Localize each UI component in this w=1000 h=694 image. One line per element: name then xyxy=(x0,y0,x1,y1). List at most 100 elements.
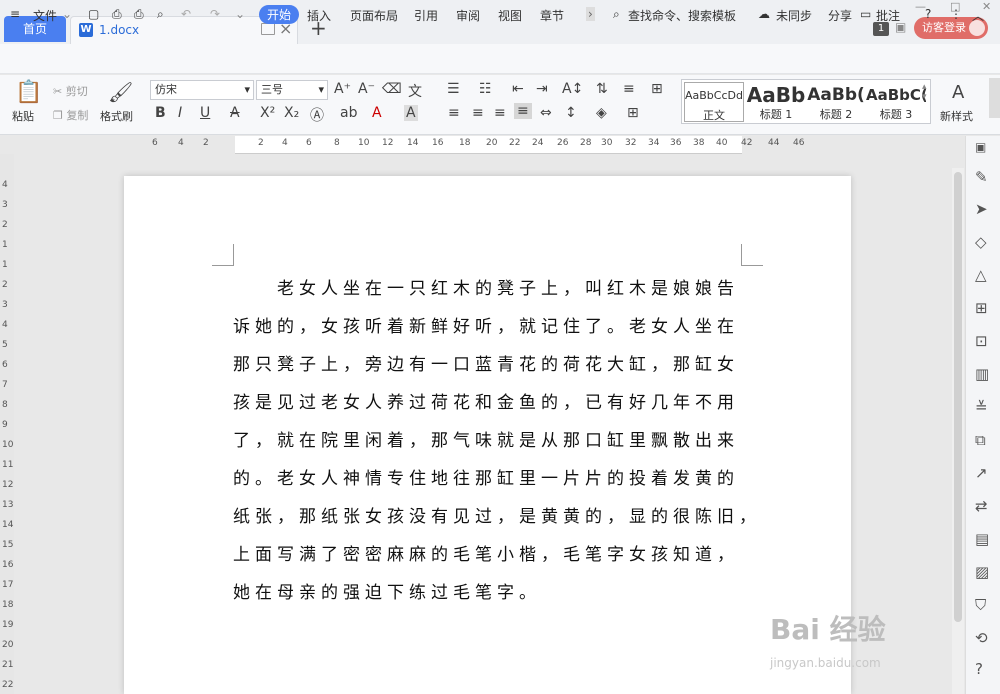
vertical-scrollbar[interactable] xyxy=(952,168,964,694)
style-heading-3[interactable]: AaBbC(标题 3 xyxy=(866,82,926,122)
redo-icon[interactable]: ↷ xyxy=(210,7,220,21)
print-icon[interactable]: ⎙ xyxy=(134,7,144,22)
menu-file[interactable]: 文件 xyxy=(33,7,57,24)
cursor-icon[interactable]: ➤ xyxy=(975,200,988,218)
align-center-icon[interactable]: ≡ xyxy=(472,105,484,121)
show-marks-icon[interactable]: ≡ xyxy=(623,81,635,97)
clean-icon[interactable]: △ xyxy=(975,266,987,284)
chart-icon[interactable]: ▥ xyxy=(975,365,989,383)
collapse-ribbon-icon[interactable]: ︿ xyxy=(972,7,984,24)
more-options-icon[interactable]: ⋮ xyxy=(950,7,962,21)
new-style-label[interactable]: 新样式 xyxy=(940,108,973,124)
monitor-icon[interactable] xyxy=(261,23,275,35)
line-spacing-icon[interactable]: ↕ xyxy=(565,105,577,121)
window-count-badge[interactable]: 1 xyxy=(873,22,889,36)
export-pdf-icon[interactable]: ⎙ xyxy=(112,7,122,22)
chinese-layout-icon[interactable]: A↕ xyxy=(562,81,583,97)
superscript-icon[interactable]: X² xyxy=(260,105,275,121)
pen-icon[interactable]: ✎ xyxy=(975,168,988,186)
bold-icon[interactable]: B xyxy=(155,105,166,121)
more-tabs-icon[interactable]: › xyxy=(586,7,595,21)
tab-page-layout[interactable]: 页面布局 xyxy=(350,7,398,24)
justify-icon[interactable]: ≡ xyxy=(514,103,532,119)
font-family-select[interactable]: 仿宋 ▾ xyxy=(150,80,254,100)
cut-button[interactable]: ✂ 剪切 xyxy=(53,83,88,99)
align-left-icon[interactable]: ≡ xyxy=(448,105,460,121)
help-icon[interactable]: ? xyxy=(925,7,931,21)
share-out-icon[interactable]: ↗ xyxy=(975,464,988,482)
image-gallery-icon[interactable]: ⧉ xyxy=(975,431,986,449)
tab-references[interactable]: 引用 xyxy=(414,7,438,24)
apps-icon[interactable]: ⊡ xyxy=(975,332,988,350)
strikethrough-icon[interactable]: A xyxy=(230,105,240,121)
borders-icon[interactable]: ⊞ xyxy=(627,105,639,121)
bullet-list-icon[interactable]: ☰ xyxy=(447,81,460,97)
shading-icon[interactable]: ◈ xyxy=(596,105,607,121)
scrollbar-thumb[interactable] xyxy=(954,172,962,622)
grow-font-icon[interactable]: A⁺ xyxy=(334,81,351,97)
subscript-icon[interactable]: X₂ xyxy=(284,105,299,121)
numbered-list-icon[interactable]: ☷ xyxy=(479,81,492,97)
search-commands[interactable]: 查找命令、搜索模板 xyxy=(628,7,736,24)
sync-status[interactable]: 未同步 xyxy=(776,7,812,24)
paste-icon[interactable]: 📋 xyxy=(15,80,42,105)
font-size-select[interactable]: 三号 ▾ xyxy=(256,80,328,100)
undo-icon[interactable]: ↶ xyxy=(181,7,191,21)
tab-review[interactable]: 审阅 xyxy=(456,7,480,24)
adjust-icon[interactable]: ≚ xyxy=(975,398,988,416)
vertical-ruler-tick-label: 7 xyxy=(2,380,8,390)
quick-access-dropdown-icon[interactable]: ⌄ xyxy=(235,7,245,21)
share-button[interactable]: 分享 xyxy=(828,7,852,24)
clear-format-icon[interactable]: ⌫ xyxy=(382,81,402,97)
shapes-icon[interactable]: ◇ xyxy=(975,233,987,251)
document-body[interactable]: 老女人坐在一只红木的凳子上，叫红木是娘娘告 诉她的，女孩听着新鲜好听，就记住了。老… xyxy=(233,270,756,612)
chevron-down-icon[interactable]: ⌄ xyxy=(62,7,72,21)
style-normal[interactable]: AaBbCcDd 正文 xyxy=(684,82,744,122)
search-icon[interactable]: ⌕ xyxy=(613,7,620,22)
archive-icon[interactable]: ▤ xyxy=(975,530,989,548)
picture-icon[interactable]: ▨ xyxy=(975,563,989,581)
ribbon-scroll-icon[interactable] xyxy=(989,78,1000,118)
text-effect-icon[interactable]: Ⓐ xyxy=(310,105,324,125)
phonetic-guide-icon[interactable]: 文 xyxy=(408,81,422,101)
help-circle-icon[interactable]: ? xyxy=(975,660,983,678)
highlight-icon[interactable]: ab xyxy=(340,105,357,121)
history-icon[interactable]: ⟲ xyxy=(975,629,988,647)
print-preview-icon[interactable]: ⌕ xyxy=(157,7,164,22)
increase-indent-icon[interactable]: ⇥ xyxy=(536,81,548,97)
table-icon[interactable]: ⊞ xyxy=(975,299,988,317)
font-color-icon[interactable]: A xyxy=(372,105,382,121)
ruler-tick-label: 46 xyxy=(793,138,805,148)
comment-button[interactable]: 批注 xyxy=(876,7,900,24)
style-heading-2[interactable]: AaBb(标题 2 xyxy=(806,82,866,122)
decrease-indent-icon[interactable]: ⇤ xyxy=(512,81,524,97)
tab-view[interactable]: 视图 xyxy=(498,7,522,24)
underline-icon[interactable]: U xyxy=(200,105,210,121)
distribute-icon[interactable]: ⇔ xyxy=(540,105,552,121)
tab-start[interactable]: 开始 xyxy=(259,5,300,24)
format-painter-label[interactable]: 格式刷 xyxy=(100,108,133,124)
ruler-tick-label: 6 xyxy=(152,138,158,148)
style-heading-1[interactable]: AaBb 标题 1 xyxy=(746,82,806,122)
shield-icon[interactable]: ⛉ xyxy=(975,596,986,614)
tab-insert[interactable]: 插入 xyxy=(307,7,331,24)
format-painter-icon[interactable]: 🖌 xyxy=(108,80,133,104)
italic-icon[interactable]: I xyxy=(178,105,182,121)
tab-chapter[interactable]: 章节 xyxy=(540,7,564,24)
ruler-tick-label: 28 xyxy=(580,138,592,148)
ruler-tick-label: 36 xyxy=(670,138,682,148)
gallery-scroll-icon[interactable]: ▴ ▾ xyxy=(922,82,927,102)
translate-icon[interactable]: ⇄ xyxy=(975,497,988,515)
copy-button[interactable]: ❐ 复制 xyxy=(53,107,88,123)
vertical-ruler-tick-label: 14 xyxy=(2,520,14,530)
align-right-icon[interactable]: ≡ xyxy=(494,105,506,121)
char-shading-icon[interactable]: A xyxy=(404,105,418,121)
sidebar-settings-icon[interactable]: ▣ xyxy=(975,140,986,154)
new-style-icon[interactable]: A xyxy=(952,82,964,103)
hamburger-icon[interactable]: ≡ xyxy=(10,7,20,21)
sort-icon[interactable]: ⇅ xyxy=(596,81,608,97)
shrink-font-icon[interactable]: A⁻ xyxy=(358,81,375,97)
save-icon[interactable]: ▢ xyxy=(88,7,99,21)
table-borders-icon[interactable]: ⊞ xyxy=(651,81,663,97)
paste-label[interactable]: 粘贴 xyxy=(12,108,34,124)
